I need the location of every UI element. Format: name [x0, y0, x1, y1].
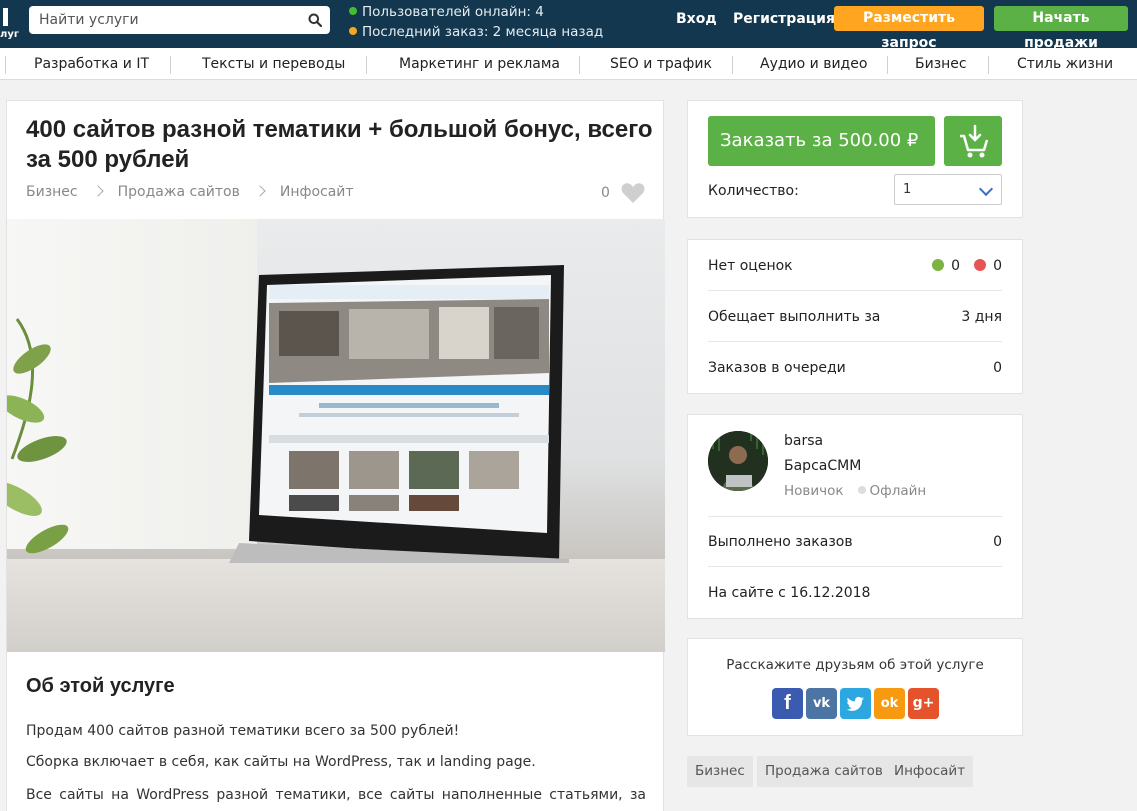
rating-label: Нет оценок [708, 258, 793, 274]
cart-icon [960, 124, 989, 158]
divider [366, 56, 367, 74]
search-icon[interactable] [308, 13, 322, 27]
heart-icon[interactable] [620, 181, 646, 205]
last-order-dot [349, 27, 357, 35]
divider [170, 56, 171, 74]
breadcrumb: Бизнес Продажа сайтов Инфосайт [26, 184, 362, 200]
positive-count: 0 [951, 258, 961, 274]
post-request-button[interactable]: Разместить запрос [834, 6, 984, 51]
avatar[interactable] [708, 431, 768, 491]
description-paragraph: Все сайты на WordPress разной тематики, … [26, 787, 646, 803]
logo-text: луг [0, 29, 20, 40]
divider [988, 56, 989, 74]
share-panel: Расскажите друзьям об этой услуге f vk o… [687, 638, 1023, 736]
divider [579, 56, 580, 74]
online-users-text: Пользователей онлайн: 4 [362, 4, 544, 20]
member-since-row: На сайте с 16.12.2018 [708, 567, 1002, 618]
quantity-label: Количество: [708, 183, 799, 199]
chevron-right-icon [91, 185, 104, 197]
category-business[interactable]: Бизнес [915, 56, 967, 72]
category-texts[interactable]: Тексты и переводы [202, 56, 345, 72]
listing-panel: 400 сайтов разной тематики + большой бон… [6, 100, 665, 811]
favorites-count: 0 [601, 185, 610, 201]
site-stats: Пользователей онлайн: 4 Последний заказ:… [349, 2, 603, 42]
queue-label: Заказов в очереди [708, 360, 846, 376]
quantity-select[interactable]: 1 [894, 174, 1002, 205]
seller-level-text: Новичок [784, 483, 844, 499]
divider [5, 56, 6, 74]
negative-rating-icon [974, 259, 987, 271]
start-selling-button[interactable]: Начать продажи [994, 6, 1128, 51]
breadcrumb-infosite[interactable]: Инфосайт [280, 184, 354, 200]
about-heading: Об этой услуге [26, 675, 175, 697]
odnoklassniki-icon[interactable]: ok [874, 688, 905, 719]
online-status-dot [349, 7, 357, 15]
queue-row: Заказов в очереди 0 [708, 342, 1002, 393]
description-paragraph: Продам 400 сайтов разной тематики всего … [26, 723, 460, 739]
seller-status: Офлайн [869, 483, 927, 499]
site-logo[interactable]: луг [0, 4, 19, 44]
category-nav: Разработка и IT Тексты и переводы Маркет… [0, 48, 1137, 80]
twitter-icon[interactable] [840, 688, 871, 719]
divider [887, 56, 888, 74]
category-marketing[interactable]: Маркетинг и реклама [399, 56, 560, 72]
login-link[interactable]: Вход [676, 11, 717, 27]
seller-login[interactable]: barsa [784, 433, 823, 449]
google-plus-icon[interactable]: g+ [908, 688, 939, 719]
category-lifestyle[interactable]: Стиль жизни [1017, 56, 1113, 72]
completed-value: 0 [993, 534, 1002, 550]
search-box [29, 6, 330, 34]
breadcrumb-site-sales[interactable]: Продажа сайтов [118, 184, 240, 200]
deadline-label: Обещает выполнить за [708, 309, 881, 325]
deadline-value: 3 дня [961, 309, 1002, 325]
vk-icon[interactable]: vk [806, 688, 837, 719]
search-input[interactable] [29, 6, 299, 34]
seller-name: БарсаСММ [784, 458, 862, 474]
stats-panel: Нет оценок 0 0 Обещает выполнить за 3 дня… [687, 239, 1023, 394]
divider [732, 56, 733, 74]
deadline-row: Обещает выполнить за 3 дня [708, 291, 1002, 342]
tag-business[interactable]: Бизнес [687, 756, 753, 787]
order-panel: Заказать за 500.00 ₽ Количество: 1 [687, 100, 1023, 218]
description-paragraph: Сборка включает в себя, как сайты на Wor… [26, 754, 536, 770]
last-order-text: Последний заказ: 2 месяца назад [362, 24, 604, 40]
category-seo[interactable]: SEO и трафик [610, 56, 712, 72]
listing-title: 400 сайтов разной тематики + большой бон… [26, 116, 653, 173]
seller-panel: barsa БарсаСММ Новичок Офлайн Выполнено з… [687, 414, 1023, 619]
rating-row: Нет оценок 0 0 [708, 240, 1002, 291]
queue-value: 0 [993, 360, 1002, 376]
chevron-down-icon [978, 181, 994, 197]
category-audio-video[interactable]: Аудио и видео [760, 56, 867, 72]
chevron-right-icon [254, 185, 266, 197]
top-bar: луг Пользователей онлайн: 4 Последний за… [0, 0, 1137, 51]
tag-site-sales[interactable]: Продажа сайтов [757, 756, 891, 787]
register-link[interactable]: Регистрация [733, 11, 835, 27]
negative-count: 0 [993, 258, 1002, 274]
seller-level: Новичок Офлайн [784, 483, 926, 499]
order-button[interactable]: Заказать за 500.00 ₽ [708, 116, 935, 166]
add-to-cart-button[interactable] [944, 116, 1002, 166]
quantity-value: 1 [903, 182, 912, 197]
breadcrumb-business[interactable]: Бизнес [26, 184, 78, 200]
completed-orders-row: Выполнено заказов 0 [708, 516, 1002, 567]
listing-cover-image [7, 219, 665, 652]
completed-label: Выполнено заказов [708, 534, 853, 550]
category-development[interactable]: Разработка и IT [34, 56, 149, 72]
tag-infosite[interactable]: Инфосайт [886, 756, 974, 787]
offline-status-icon [857, 486, 866, 494]
facebook-icon[interactable]: f [772, 688, 803, 719]
share-title: Расскажите друзьям об этой услуге [726, 657, 984, 673]
member-since: На сайте с 16.12.2018 [708, 585, 871, 601]
positive-rating-icon [932, 259, 945, 271]
